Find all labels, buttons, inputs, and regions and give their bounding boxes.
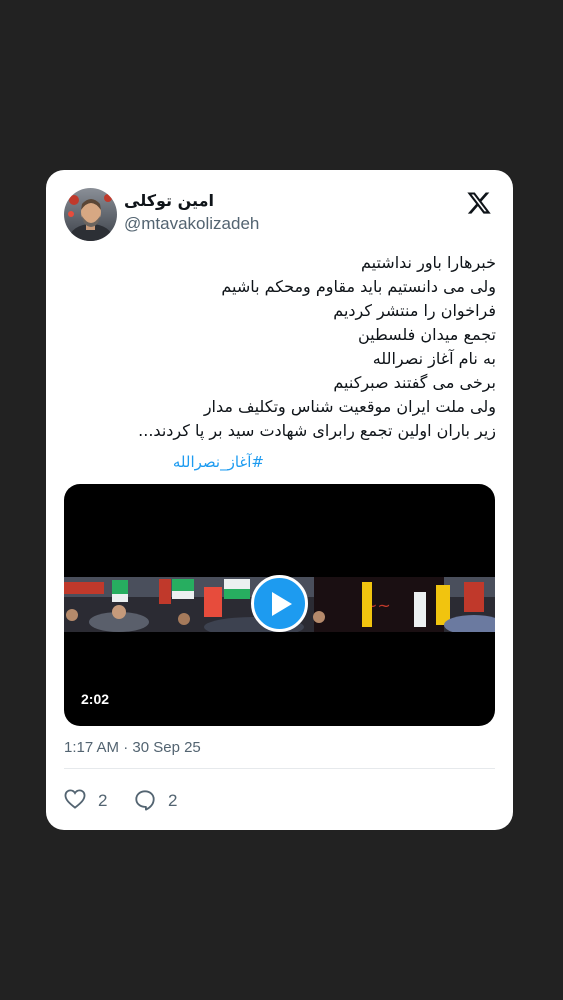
reply-icon: [135, 790, 155, 811]
reply-count: 2: [168, 791, 178, 810]
hashtag-link[interactable]: #آغاز_نصرالله: [64, 453, 264, 471]
x-logo-icon[interactable]: [466, 190, 492, 216]
tweet-line: ولی می دانستیم باید مقاوم ومحکم باشیم: [221, 277, 496, 296]
play-icon: [272, 592, 292, 616]
tweet-line: فراخوان را منتشر کردیم: [333, 301, 496, 320]
video-duration: 2:02: [81, 691, 110, 707]
heart-icon: [64, 789, 86, 809]
divider: [64, 768, 495, 769]
tweet-text: خبرهارا باور نداشتیم ولی می دانستیم باید…: [64, 251, 496, 443]
like-button[interactable]: 2: [64, 787, 114, 813]
tweet-line: ولی ملت ایران موقعیت شناس وتکلیف مدار: [203, 397, 496, 416]
tweet-line: برخی می گفتند صبرکنیم: [333, 373, 496, 392]
tweet-line: به نام آغاز نصرالله: [372, 349, 496, 368]
avatar[interactable]: [64, 188, 117, 241]
author-handle[interactable]: @mtavakolizadeh: [124, 214, 259, 234]
tweet-line: خبرهارا باور نداشتیم: [361, 253, 496, 272]
reply-button[interactable]: 2: [134, 787, 184, 813]
video-player[interactable]: ~~ 2:02: [64, 484, 495, 726]
author-display-name[interactable]: امین توکلی: [124, 191, 334, 210]
tweet-line: تجمع میدان فلسطین: [357, 325, 496, 344]
tweet-timestamp[interactable]: 1:17 AM · 30 Sep 25: [64, 739, 201, 756]
like-count: 2: [98, 791, 108, 810]
tweet-card: امین توکلی @mtavakolizadeh خبرهارا باور …: [46, 170, 513, 830]
tweet-line: زیر باران اولین تجمع رابرای شهادت سید بر…: [138, 421, 496, 440]
play-button[interactable]: [251, 575, 308, 632]
